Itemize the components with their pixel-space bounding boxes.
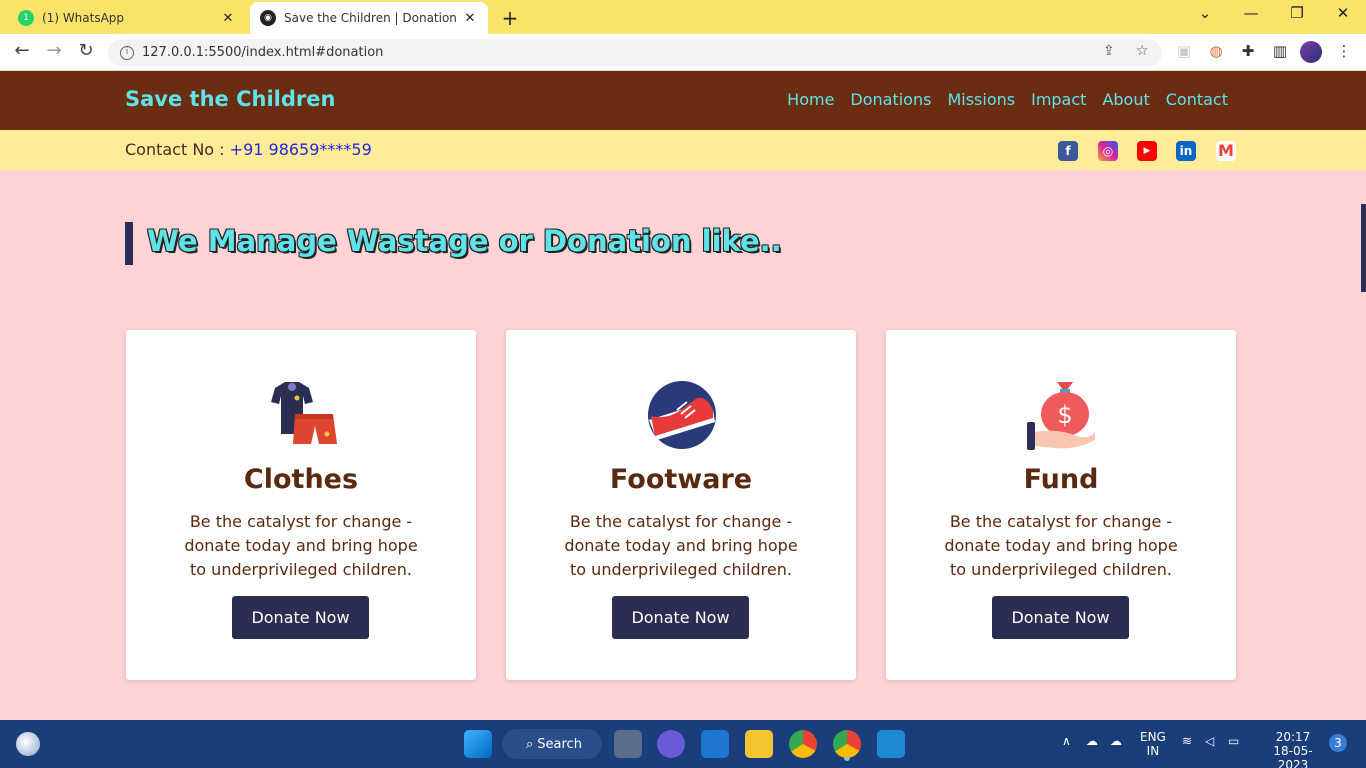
card-title: Clothes — [243, 464, 359, 495]
onedrive-icon[interactable]: ☁ — [1086, 734, 1098, 748]
gmail-icon[interactable]: M — [1216, 141, 1236, 161]
extensions-puzzle-icon[interactable]: ✚ — [1238, 42, 1258, 62]
weather-icon[interactable] — [16, 732, 40, 756]
section-heading: We Manage Wastage or Donation like.. — [147, 224, 782, 258]
side-panel-icon[interactable]: ▥ — [1270, 42, 1290, 62]
bookmark-star-icon[interactable]: ☆ — [1136, 43, 1149, 59]
language-indicator[interactable]: ENG IN — [1140, 730, 1166, 758]
extension-icon[interactable]: ▣ — [1174, 42, 1194, 62]
scrollbar-thumb[interactable] — [1361, 204, 1366, 292]
close-tab-icon[interactable]: ✕ — [462, 11, 478, 26]
address-bar[interactable]: i 127.0.0.1:5500/index.html#donation ⇪ ☆ — [108, 39, 1162, 66]
site-info-icon[interactable]: i — [120, 45, 134, 60]
region-code: IN — [1146, 744, 1160, 758]
nav-impact[interactable]: Impact — [1031, 90, 1086, 109]
contact-info: Contact No : +91 98659****59 — [125, 140, 372, 159]
search-icon: ⌕ — [526, 736, 534, 752]
donation-card-footware: Footware Be the catalyst for change - do… — [506, 330, 856, 680]
contact-bar: Contact No : +91 98659****59 f ◎ ▶ in M — [0, 130, 1366, 170]
contact-label: Contact No : — [125, 140, 230, 159]
extension-icon[interactable]: ◍ — [1206, 42, 1226, 62]
globe-icon: ◉ — [260, 10, 276, 26]
tab-donation[interactable]: ◉ Save the Children | Donation ✕ — [250, 2, 488, 34]
donation-card-clothes: Clothes Be the catalyst for change - don… — [126, 330, 476, 680]
language-code: ENG — [1140, 730, 1166, 744]
donation-card-fund: $ Fund Be the catalyst for change - dona… — [886, 330, 1236, 680]
tab-title: Save the Children | Donation — [284, 11, 457, 25]
tab-whatsapp[interactable]: 1 (1) WhatsApp ✕ — [8, 2, 246, 34]
heading-accent-bar — [125, 222, 133, 265]
nav-home[interactable]: Home — [787, 90, 834, 109]
close-tab-icon[interactable]: ✕ — [220, 11, 236, 26]
shoe-icon — [647, 380, 717, 450]
profile-avatar[interactable] — [1300, 41, 1322, 63]
tab-search-icon[interactable]: ⌄ — [1193, 4, 1217, 22]
money-bag-icon: $ — [1027, 380, 1097, 450]
nav-missions[interactable]: Missions — [947, 90, 1015, 109]
clock-time: 20:17 — [1275, 730, 1311, 744]
start-icon[interactable] — [464, 730, 492, 758]
task-view-icon[interactable] — [614, 730, 642, 758]
windows-taskbar: ⌕ Search ∧ ☁ ☁ ENG IN ≋ ◁ ▭ 20:17 18-05-… — [0, 720, 1366, 768]
donate-now-button[interactable]: Donate Now — [232, 596, 369, 639]
main-nav: Home Donations Missions Impact About Con… — [787, 90, 1228, 109]
notification-badge[interactable]: 3 — [1329, 734, 1347, 752]
chrome-active-icon[interactable] — [833, 730, 861, 758]
instagram-icon[interactable]: ◎ — [1098, 141, 1118, 161]
card-description: Be the catalyst for change - donate toda… — [184, 512, 418, 579]
nav-about[interactable]: About — [1102, 90, 1149, 109]
minimize-button[interactable]: — — [1239, 4, 1263, 22]
volume-icon[interactable]: ◁ — [1205, 734, 1214, 748]
contact-number[interactable]: +91 98659****59 — [230, 140, 372, 159]
new-tab-button[interactable]: + — [498, 6, 522, 30]
whatsapp-icon: 1 — [18, 10, 34, 26]
clock-date: 18-05-2023 — [1273, 744, 1313, 768]
forward-button[interactable]: → — [42, 40, 66, 61]
clock[interactable]: 20:17 18-05-2023 — [1262, 730, 1324, 768]
clothes-icon — [267, 380, 337, 450]
svg-text:$: $ — [1057, 401, 1072, 429]
menu-kebab-icon[interactable]: ⋮ — [1334, 42, 1354, 62]
card-description: Be the catalyst for change - donate toda… — [564, 512, 798, 579]
reload-button[interactable]: ↻ — [74, 40, 98, 61]
battery-icon[interactable]: ▭ — [1228, 734, 1239, 748]
file-explorer-icon[interactable] — [745, 730, 773, 758]
card-description: Be the catalyst for change - donate toda… — [944, 512, 1178, 579]
taskbar-search[interactable]: ⌕ Search — [502, 729, 602, 759]
teams-chat-icon[interactable] — [657, 730, 685, 758]
facebook-icon[interactable]: f — [1058, 141, 1078, 161]
vscode-icon[interactable] — [877, 730, 905, 758]
donate-now-button[interactable]: Donate Now — [992, 596, 1129, 639]
chevron-up-icon[interactable]: ∧ — [1062, 734, 1071, 748]
maximize-button[interactable]: ❐ — [1285, 4, 1309, 22]
brand-logo-text[interactable]: Save the Children — [125, 87, 335, 111]
share-icon[interactable]: ⇪ — [1103, 43, 1115, 59]
browser-toolbar: ← → ↻ i 127.0.0.1:5500/index.html#donati… — [0, 34, 1366, 71]
linkedin-icon[interactable]: in — [1176, 141, 1196, 161]
nav-contact[interactable]: Contact — [1166, 90, 1228, 109]
site-header: Save the Children Home Donations Mission… — [0, 71, 1366, 130]
back-button[interactable]: ← — [10, 40, 34, 61]
cloud-icon[interactable]: ☁ — [1110, 734, 1122, 748]
url-text: 127.0.0.1:5500/index.html#donation — [142, 45, 384, 60]
store-icon[interactable] — [701, 730, 729, 758]
donate-now-button[interactable]: Donate Now — [612, 596, 749, 639]
chrome-icon[interactable] — [789, 730, 817, 758]
wifi-icon[interactable]: ≋ — [1182, 734, 1192, 748]
nav-donations[interactable]: Donations — [850, 90, 931, 109]
youtube-icon[interactable]: ▶ — [1137, 141, 1157, 161]
card-title: Fund — [1023, 464, 1099, 495]
search-label: Search — [537, 736, 582, 752]
close-window-button[interactable]: ✕ — [1331, 4, 1355, 22]
browser-tab-strip: 1 (1) WhatsApp ✕ ◉ Save the Children | D… — [0, 0, 1366, 34]
card-title: Footware — [609, 464, 753, 495]
tab-title: (1) WhatsApp — [42, 11, 125, 25]
